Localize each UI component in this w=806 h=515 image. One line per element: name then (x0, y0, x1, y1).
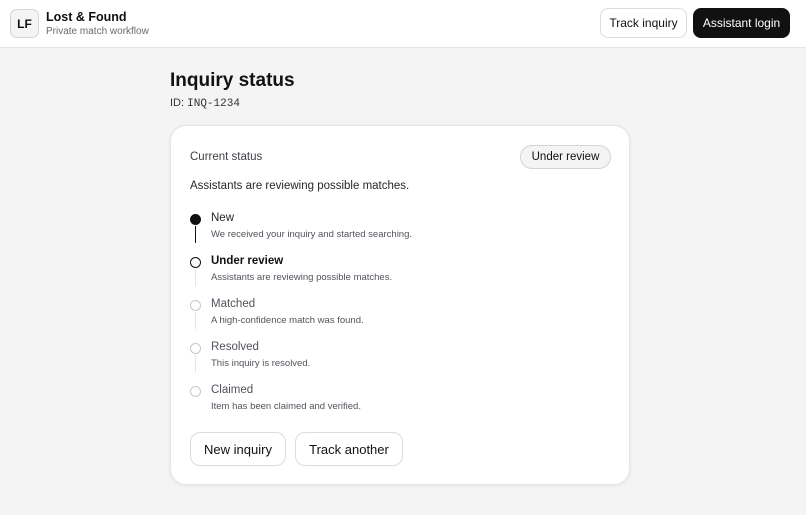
track-another-button[interactable]: Track another (295, 432, 403, 466)
step-dot-icon (190, 214, 201, 225)
step-description: Item has been claimed and verified. (211, 401, 361, 412)
step-dot-icon (190, 300, 201, 311)
step-dot-icon (190, 343, 201, 354)
status-card: Current status Under review Assistants a… (170, 125, 630, 485)
step-label: Claimed (211, 384, 254, 396)
track-inquiry-button[interactable]: Track inquiry (600, 8, 687, 38)
step-dot-icon (190, 386, 201, 397)
inquiry-id: ID: INQ-1234 (170, 97, 240, 110)
new-inquiry-button[interactable]: New inquiry (190, 432, 286, 466)
status-description: Assistants are reviewing possible matche… (190, 180, 410, 192)
step-description: Assistants are reviewing possible matche… (211, 272, 393, 283)
inquiry-id-prefix: ID: (170, 97, 188, 109)
timeline-step-under-review: Under review Assistants are reviewing po… (171, 255, 631, 300)
timeline-step-resolved: Resolved This inquiry is resolved. (171, 341, 631, 386)
timeline-step-matched: Matched A high-confidence match was foun… (171, 298, 631, 343)
step-description: We received your inquiry and started sea… (211, 229, 413, 240)
brand-title: Lost & Found (46, 10, 127, 24)
step-description: This inquiry is resolved. (211, 358, 311, 369)
step-label: New (211, 212, 235, 224)
timeline-step-new: New We received your inquiry and started… (171, 212, 631, 257)
step-description: A high-confidence match was found. (211, 315, 364, 326)
inquiry-id-value: INQ-1234 (187, 98, 240, 110)
step-label: Matched (211, 298, 256, 310)
step-connector (195, 226, 196, 243)
step-connector (195, 269, 196, 286)
status-badge: Under review (520, 145, 611, 169)
step-label: Resolved (211, 341, 259, 353)
step-connector (195, 355, 196, 372)
top-header: LF Lost & Found Private match workflow T… (0, 0, 806, 48)
brand-logo[interactable]: LF (10, 9, 39, 38)
brand-subtitle: Private match workflow (46, 26, 149, 37)
step-dot-icon (190, 257, 201, 268)
page-title: Inquiry status (170, 70, 295, 91)
step-label: Under review (211, 255, 284, 267)
current-status-label: Current status (190, 151, 263, 163)
step-connector (195, 312, 196, 329)
assistant-login-button[interactable]: Assistant login (693, 8, 790, 38)
timeline-step-claimed: Claimed Item has been claimed and verifi… (171, 384, 631, 429)
